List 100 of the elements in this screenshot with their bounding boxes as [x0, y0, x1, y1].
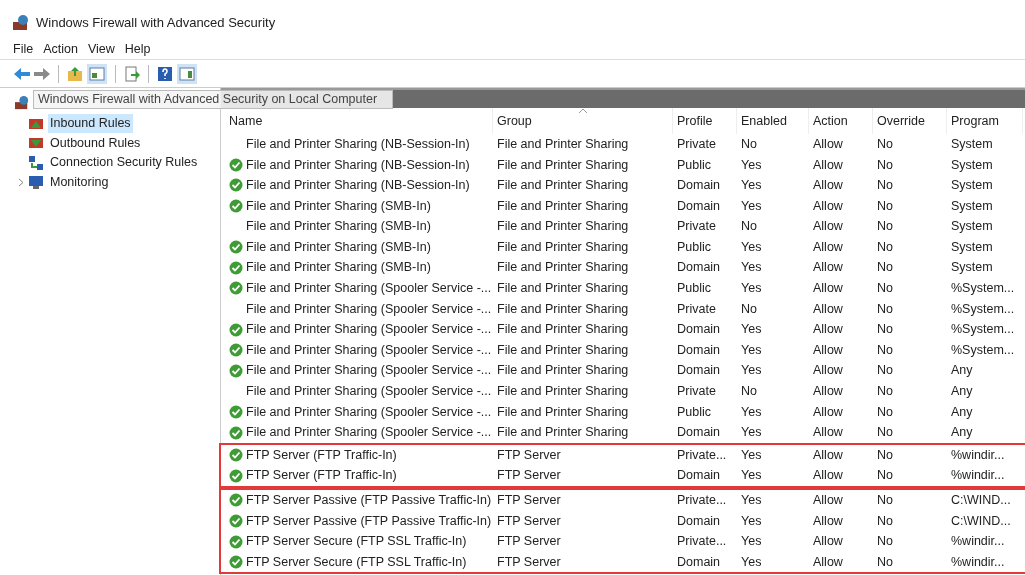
- menu-item[interactable]: File: [8, 40, 39, 59]
- table-cell-text: Domain: [677, 512, 721, 530]
- menu-item[interactable]: View: [82, 40, 120, 59]
- table-cell-text: File and Printer Sharing (Spooler Service -...: [246, 424, 492, 442]
- back-arrow-icon[interactable]: [14, 67, 30, 80]
- table-cell-text: Yes: [741, 492, 762, 509]
- table-cell-text: File and Printer Sharing (SMB-In): [246, 218, 431, 236]
- table-cell-text: Yes: [741, 197, 762, 215]
- table-cell-text: System: [951, 218, 993, 236]
- column-header[interactable]: Program: [947, 108, 1023, 134]
- tree-item[interactable]: Monitoring: [48, 172, 111, 192]
- check-circle-icon: [229, 493, 243, 508]
- table-cell-text: Domain: [677, 321, 721, 339]
- table-cell-text: File and Printer Sharing: [497, 300, 629, 318]
- table-cell-text: Allow: [813, 300, 843, 318]
- table-cell-text: Any: [951, 362, 973, 380]
- check-circle-icon: [229, 534, 243, 549]
- console-tree-icon[interactable]: [87, 63, 107, 84]
- table-cell-text: FTP Server (FTP Traffic-In): [246, 467, 397, 485]
- table-cell-text: Allow: [813, 280, 843, 298]
- table-cell-text: System: [951, 156, 993, 174]
- table-cell-text: Yes: [741, 238, 762, 256]
- window-title: Windows Firewall with Advanced Security: [36, 14, 276, 33]
- export-list-icon[interactable]: [124, 65, 140, 82]
- table-cell-text: Yes: [741, 362, 762, 380]
- table-cell-text: FTP Server: [497, 446, 561, 464]
- table-cell-text: No: [877, 341, 893, 359]
- folder-up-icon[interactable]: [67, 65, 83, 82]
- table-cell-text: %System...: [951, 321, 1015, 339]
- tooltip: Windows Firewall with Advanced Security on Local Computer: [33, 90, 393, 109]
- column-header[interactable]: Override: [873, 108, 947, 134]
- help-icon[interactable]: [157, 65, 173, 82]
- column-header[interactable]: Group: [493, 108, 673, 134]
- table-cell-text: File and Printer Sharing (SMB-In): [246, 238, 431, 256]
- table-cell-text: C:\WIND...: [951, 512, 1011, 530]
- table-cell-text: No: [741, 300, 757, 318]
- table-cell-text: File and Printer Sharing: [497, 341, 629, 359]
- table-cell-text: File and Printer Sharing (Spooler Service -...: [246, 383, 492, 401]
- check-circle-icon: [229, 425, 243, 440]
- table-cell-text: Public: [677, 238, 712, 256]
- table-cell-text: No: [877, 403, 893, 421]
- table-cell-text: C:\WIND...: [951, 492, 1011, 509]
- table-cell-text: FTP Server: [497, 553, 561, 571]
- table-cell-text: Allow: [813, 156, 843, 174]
- table-cell-text: System: [951, 135, 993, 153]
- expand-chevron-icon[interactable]: [18, 177, 24, 187]
- table-cell-text: Domain: [677, 553, 721, 571]
- table-cell-text: No: [877, 553, 893, 571]
- table-cell-text: File and Printer Sharing: [497, 424, 629, 442]
- menu-item[interactable]: Action: [38, 40, 83, 59]
- table-cell-text: Yes: [741, 156, 762, 174]
- table-cell-text: No: [877, 362, 893, 380]
- table-cell-text: No: [877, 177, 893, 195]
- table-cell-text: Private: [677, 135, 716, 153]
- table-cell-text: Yes: [741, 533, 762, 551]
- table-cell-text: Yes: [741, 341, 762, 359]
- table-cell-text: File and Printer Sharing (NB-Session-In): [246, 135, 470, 153]
- column-header[interactable]: Profile: [673, 108, 737, 134]
- table-cell-text: Public: [677, 403, 712, 421]
- table-cell-text: Allow: [813, 492, 843, 509]
- table-cell-text: System: [951, 238, 993, 256]
- table-cell-text: System: [951, 177, 993, 195]
- table-cell-text: Private...: [677, 533, 727, 551]
- table-cell-text: No: [877, 135, 893, 153]
- table-cell-text: Domain: [677, 467, 721, 485]
- table-cell-text: Yes: [741, 259, 762, 277]
- column-header[interactable]: Action: [809, 108, 873, 134]
- tree-item[interactable]: Connection Security Rules: [48, 153, 200, 173]
- check-circle-icon: [229, 322, 243, 337]
- forward-arrow-icon[interactable]: [34, 67, 50, 80]
- table-cell-text: Yes: [741, 467, 762, 485]
- table-cell-text: FTP Server Secure (FTP SSL Traffic-In): [246, 553, 467, 571]
- check-circle-icon: [229, 240, 243, 255]
- table-cell-text: %windir...: [951, 446, 1005, 464]
- table-cell-text: Private: [677, 300, 716, 318]
- tree-item[interactable]: Inbound Rules: [48, 114, 133, 134]
- column-header[interactable]: Enabled: [737, 108, 809, 134]
- table-cell-text: No: [877, 197, 893, 215]
- table-cell-text: Domain: [677, 177, 721, 195]
- table-cell-text: %windir...: [951, 553, 1005, 571]
- table-cell-text: No: [877, 218, 893, 236]
- table-cell-text: File and Printer Sharing: [497, 197, 629, 215]
- table-cell-text: Any: [951, 383, 973, 401]
- table-cell-text: No: [741, 135, 757, 153]
- table-cell-text: No: [877, 533, 893, 551]
- table-cell-text: Domain: [677, 341, 721, 359]
- table-cell-text: Domain: [677, 424, 721, 442]
- table-cell-text: %windir...: [951, 533, 1005, 551]
- table-cell-text: FTP Server: [497, 533, 561, 551]
- monitor-icon: [28, 174, 44, 191]
- table-cell-text: Yes: [741, 553, 762, 571]
- table-cell-text: Allow: [813, 553, 843, 571]
- table-cell-text: No: [877, 156, 893, 174]
- table-cell-text: File and Printer Sharing (SMB-In): [246, 197, 431, 215]
- action-pane-icon[interactable]: [177, 63, 197, 84]
- table-cell-text: Yes: [741, 512, 762, 530]
- table-cell-text: File and Printer Sharing (Spooler Service -...: [246, 403, 492, 421]
- table-cell-text: FTP Server: [497, 512, 561, 530]
- menu-item[interactable]: Help: [119, 40, 156, 59]
- tree-item[interactable]: Outbound Rules: [48, 133, 143, 153]
